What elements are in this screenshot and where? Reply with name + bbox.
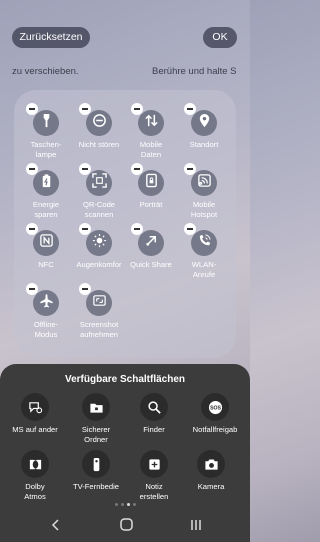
available-label: Notiz erstellen [139,482,169,501]
tile-quick-share[interactable]: Quick Share [124,223,178,270]
tile-nfc[interactable]: NFC [19,223,73,270]
page-indicator-dot [115,503,118,506]
sms-forward-icon [21,393,49,421]
tile-label: Mobile Daten [139,140,163,159]
remove-icon[interactable] [184,103,196,115]
active-buttons-panel: Taschen- lampe Nicht stören Mobile Daten… [14,90,236,358]
tile-label: Porträt [139,200,163,209]
create-note-icon [140,450,168,478]
available-label: TV-Fernbedie [72,482,119,491]
remove-icon[interactable] [79,283,91,295]
available-emergency-sharing[interactable]: SOS Notfallfreigab [184,393,246,435]
tile-label: WLAN- Anrufe [191,260,217,279]
camera-icon [197,450,225,478]
tile-qr-scanner[interactable]: QR-Code scannen [72,163,126,219]
dolby-icon [21,450,49,478]
tile-screenshot[interactable]: Screenshot aufnehmen [72,283,126,339]
available-finder[interactable]: Finder [123,393,185,435]
remove-icon[interactable] [79,103,91,115]
tile-mobile-hotspot[interactable]: Mobile Hotspot [177,163,231,219]
available-label: MS auf ander [12,425,58,434]
remove-icon[interactable] [26,223,38,235]
page-indicator-dot [121,503,124,506]
remove-icon[interactable] [79,223,91,235]
remove-icon[interactable] [26,103,38,115]
back-icon [51,518,61,536]
remove-icon[interactable] [26,283,38,295]
available-camera[interactable]: Kamera [180,450,242,492]
tile-label: Augenkomfor [76,260,122,269]
do-not-disturb-icon [92,113,107,133]
tile-location[interactable]: Standort [177,103,231,150]
tile-wifi-calling[interactable]: WLAN- Anrufe [177,223,231,279]
tile-battery-saver[interactable]: Energie sparen [19,163,73,219]
sos-icon: SOS [201,393,229,421]
reset-button[interactable]: Zurücksetzen [12,27,90,48]
available-secure-folder[interactable]: Sicherer Ordner [65,393,127,444]
tile-mobile-data[interactable]: Mobile Daten [124,103,178,159]
home-icon [119,518,133,536]
available-create-note[interactable]: Notiz erstellen [123,450,185,501]
mobile-data-icon [144,113,159,133]
page-indicator-dot [133,503,136,506]
instruction-text-left: zu verschieben. [12,66,79,77]
remove-icon[interactable] [131,103,143,115]
tile-label: Mobile Hotspot [190,200,218,219]
available-tv-remote[interactable]: TV-Fernbedie [65,450,127,492]
remove-icon[interactable] [184,163,196,175]
tile-do-not-disturb[interactable]: Nicht stören [72,103,126,150]
hotspot-icon [197,173,212,193]
remove-icon[interactable] [79,163,91,175]
available-label: Notfallfreigab [192,425,238,434]
available-dolby-atmos[interactable]: Dolby Atmos [4,450,66,501]
tile-eye-comfort[interactable]: Augenkomfor [72,223,126,270]
tile-flashlight[interactable]: Taschen- lampe [19,103,73,159]
tv-remote-icon [82,450,110,478]
tile-label: Taschen- lampe [30,140,62,159]
available-label: Dolby Atmos [24,482,46,501]
secure-folder-icon [82,393,110,421]
ok-button[interactable]: OK [203,27,237,48]
portrait-lock-icon [144,173,159,193]
remove-icon[interactable] [26,163,38,175]
recent-apps-icon [190,518,202,536]
tile-label: QR-Code scannen [82,200,116,219]
quick-share-icon [144,233,159,253]
airplane-icon [39,293,54,313]
back-button[interactable] [47,518,65,536]
remove-icon[interactable] [184,223,196,235]
tile-airplane-mode[interactable]: Offline- Modus [19,283,73,339]
tile-label: Standort [189,140,219,149]
available-label: Kamera [197,482,225,491]
tile-portrait[interactable]: Porträt [124,163,178,210]
svg-text:SOS: SOS [210,405,221,411]
navigation-bar [0,512,250,542]
available-label: Finder [143,425,165,434]
remove-icon[interactable] [131,163,143,175]
page-indicator-dot-active [127,503,130,506]
available-sms-forward[interactable]: MS auf ander [4,393,66,435]
screenshot-icon [92,293,107,313]
sheet-title: Verfügbare Schaltflächen [64,374,186,385]
home-button[interactable] [117,518,135,536]
battery-saver-icon [39,173,54,193]
location-icon [197,113,212,133]
tile-label: NFC [38,260,54,269]
tile-label: Quick Share [130,260,172,269]
available-label: Sicherer Ordner [81,425,111,444]
wifi-calling-icon [197,233,212,253]
qr-scan-icon [91,173,107,193]
tile-label: Offline- Modus [33,320,59,339]
flashlight-icon [39,113,54,133]
eye-comfort-icon [92,233,107,253]
recent-apps-button[interactable] [187,518,205,536]
nfc-icon [39,233,54,253]
tile-label: Screenshot aufnehmen [79,320,119,339]
remove-icon[interactable] [131,223,143,235]
tile-label: Nicht stören [78,140,120,149]
tile-label: Energie sparen [32,200,60,219]
search-icon [140,393,168,421]
instruction-text-right: Berühre und halte S [152,66,237,77]
